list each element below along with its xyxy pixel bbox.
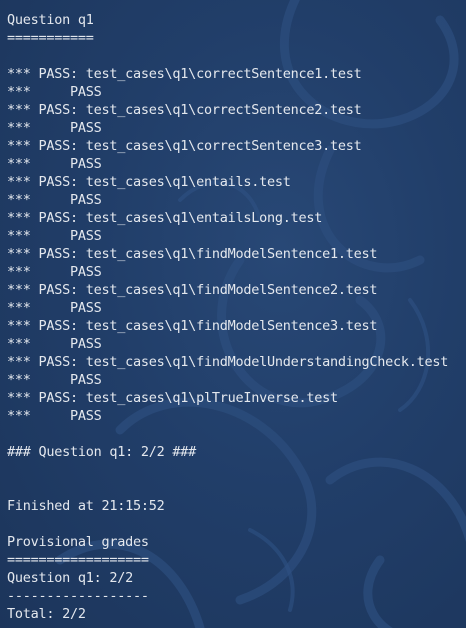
terminal-line: *** PASS: test_cases\q1\correctSentence3… — [7, 138, 362, 154]
terminal-line: ------------------ — [7, 588, 149, 604]
terminal-line: *** PASS — [7, 192, 102, 208]
terminal-line: Total: 2/2 — [7, 606, 86, 622]
terminal-window[interactable]: Question q1 =========== *** PASS: test_cas… — [0, 0, 466, 628]
terminal-line: *** PASS: test_cases\q1\correctSentence1… — [7, 66, 362, 82]
terminal-line: *** PASS — [7, 84, 102, 100]
terminal-line: *** PASS — [7, 372, 102, 388]
terminal-line: Question q1: 2/2 — [7, 570, 134, 586]
terminal-line: =========== — [7, 30, 94, 46]
terminal-line: *** PASS — [7, 120, 102, 136]
terminal-line: ### Question q1: 2/2 ### — [7, 444, 197, 460]
terminal-line: *** PASS: test_cases\q1\plTrueInverse.te… — [7, 390, 338, 406]
terminal-line: Question q1 — [7, 12, 94, 28]
terminal-line: Provisional grades — [7, 534, 149, 550]
terminal-line: *** PASS — [7, 156, 102, 172]
terminal-line: *** PASS — [7, 228, 102, 244]
terminal-line: *** PASS: test_cases\q1\findModelSentenc… — [7, 246, 378, 262]
terminal-line: *** PASS — [7, 336, 102, 352]
terminal-line: *** PASS: test_cases\q1\findModelSentenc… — [7, 282, 378, 298]
terminal-line: *** PASS: test_cases\q1\findModelUnderst… — [7, 354, 449, 370]
terminal-line: *** PASS — [7, 408, 102, 424]
terminal-line: *** PASS: test_cases\q1\correctSentence2… — [7, 102, 362, 118]
terminal-line: *** PASS: test_cases\q1\entails.test — [7, 174, 291, 190]
terminal-line: *** PASS — [7, 264, 102, 280]
terminal-line: ================== — [7, 552, 149, 568]
terminal-line: *** PASS — [7, 300, 102, 316]
terminal-line: Finished at 21:15:52 — [7, 498, 165, 514]
terminal-output: Question q1 =========== *** PASS: test_cas… — [7, 11, 448, 623]
terminal-line: *** PASS: test_cases\q1\entailsLong.test — [7, 210, 323, 226]
terminal-line: *** PASS: test_cases\q1\findModelSentenc… — [7, 318, 378, 334]
